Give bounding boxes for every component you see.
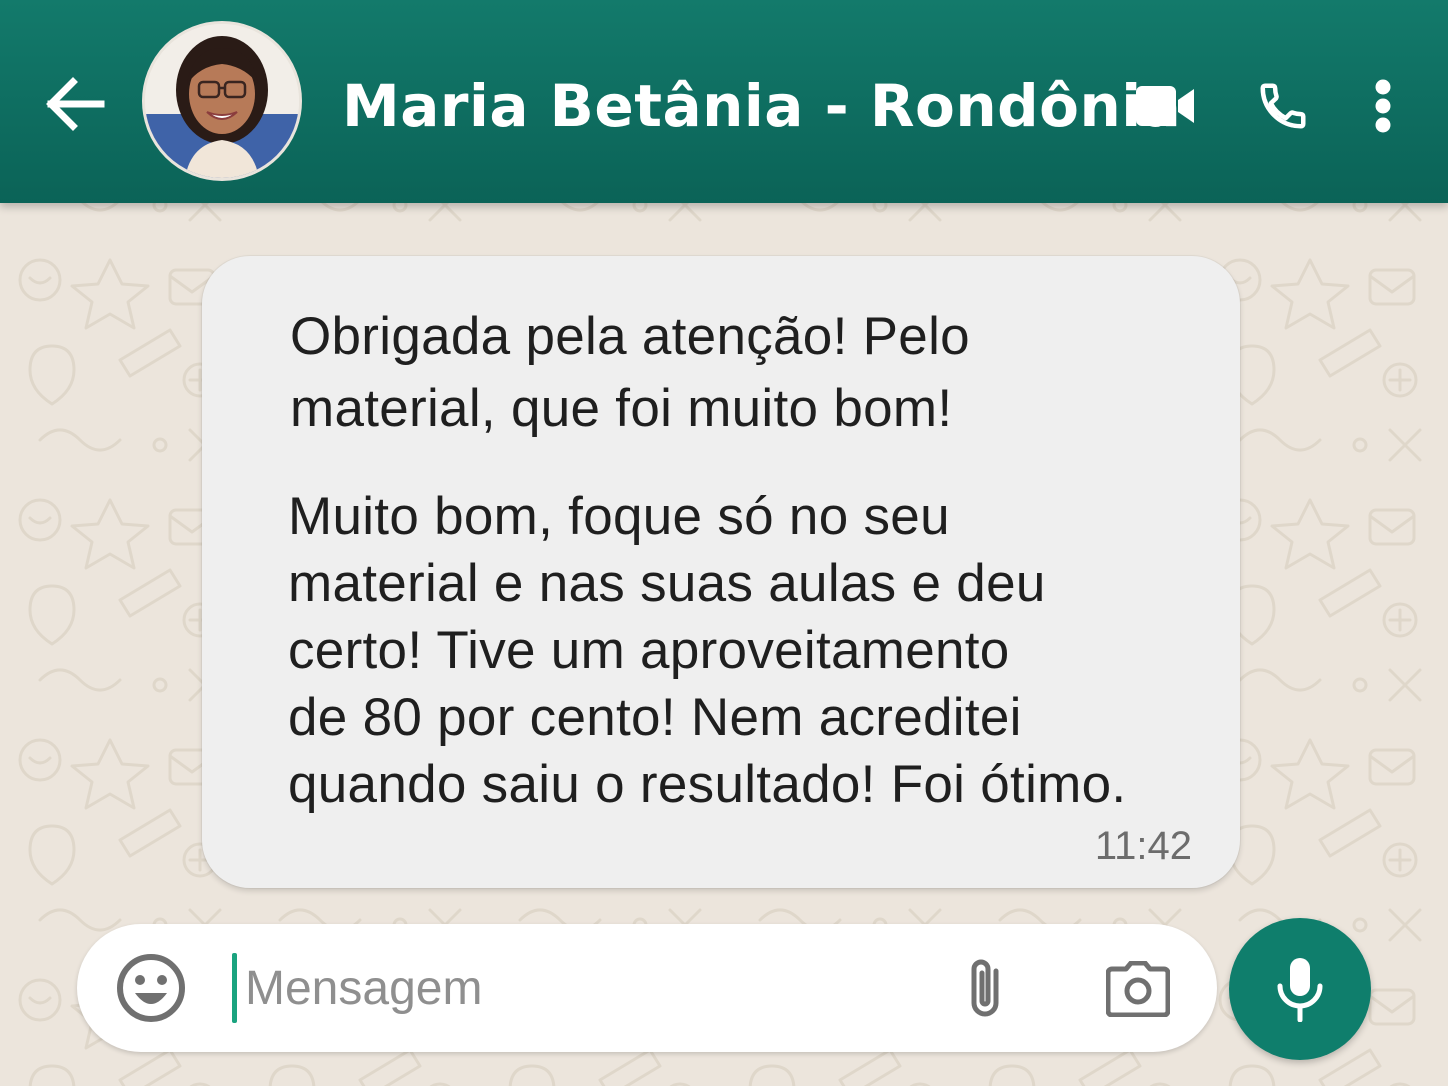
message-bubble[interactable]: Obrigada pela atenção! Pelo material, qu… xyxy=(202,256,1240,888)
phone-icon xyxy=(1260,83,1306,129)
message-input[interactable] xyxy=(245,948,925,1028)
arrow-left-icon xyxy=(46,77,105,131)
emoji-button[interactable] xyxy=(113,950,189,1026)
attach-button[interactable] xyxy=(947,948,1023,1028)
video-camera-icon xyxy=(1136,86,1194,126)
text-caret xyxy=(232,953,237,1023)
back-button[interactable] xyxy=(36,66,112,142)
chat-screen: Maria Betânia - Rondônia Obrigada pela a… xyxy=(0,0,1448,1086)
message-timestamp: 11:42 xyxy=(1094,824,1192,868)
voice-message-button[interactable] xyxy=(1229,918,1371,1060)
camera-button[interactable] xyxy=(1099,952,1177,1026)
camera-icon xyxy=(1106,961,1170,1017)
more-vertical-icon xyxy=(1375,79,1391,133)
video-call-button[interactable] xyxy=(1130,70,1202,142)
voice-call-button[interactable] xyxy=(1248,70,1318,142)
contact-name[interactable]: Maria Betânia - Rondônia xyxy=(342,68,1181,144)
contact-photo xyxy=(145,24,299,178)
chat-header: Maria Betânia - Rondônia xyxy=(0,0,1448,203)
message-text-paragraph-1: Obrigada pela atenção! Pelo material, qu… xyxy=(290,307,970,438)
paperclip-icon xyxy=(971,959,999,1017)
message-composer xyxy=(77,924,1217,1052)
contact-avatar[interactable] xyxy=(142,21,302,181)
emoji-icon xyxy=(117,954,185,1022)
microphone-icon xyxy=(1277,958,1323,1022)
message-text-paragraph-2: Muito bom, foque só no seu material e na… xyxy=(288,487,1127,814)
menu-button[interactable] xyxy=(1356,70,1410,142)
